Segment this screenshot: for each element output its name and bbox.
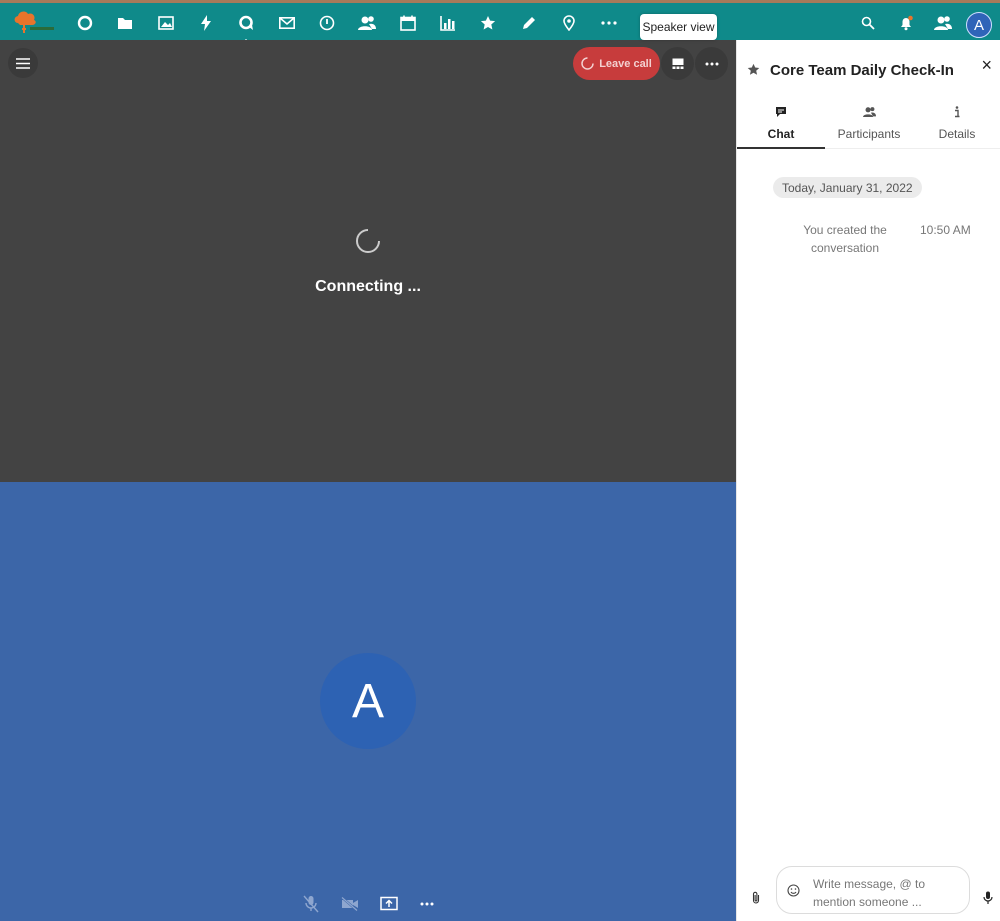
call-more-button[interactable] (695, 47, 728, 80)
speaker-view-icon (672, 58, 683, 69)
files-icon[interactable] (111, 9, 139, 37)
contacts-menu-icon[interactable] (929, 9, 957, 37)
screen-share-button[interactable] (377, 892, 401, 916)
tab-chat[interactable]: Chat (737, 102, 825, 149)
analytics-icon[interactable] (434, 9, 462, 37)
connecting-spinner-icon (356, 229, 380, 253)
mail-icon[interactable] (273, 9, 301, 37)
user-avatar[interactable]: A (966, 12, 992, 38)
leave-call-label: Leave call (599, 57, 652, 70)
tab-label: Details (938, 127, 976, 141)
self-more-button[interactable] (415, 892, 439, 916)
message-input[interactable]: Write message, @ to mention someone ... (776, 866, 970, 914)
photos-icon[interactable] (152, 9, 180, 37)
microphone-off-icon (303, 895, 319, 913)
maps-icon[interactable] (555, 9, 583, 37)
call-stage: Leave call Connecting ... (0, 40, 736, 482)
date-separator: Today, January 31, 2022 (773, 177, 922, 198)
speaker-view-button[interactable] (661, 47, 694, 80)
tab-label: Chat (767, 127, 795, 141)
info-icon (955, 106, 960, 118)
loading-spinner-icon (581, 57, 594, 70)
notifications-icon[interactable] (892, 9, 920, 37)
message-timestamp: 10:50 AM (920, 223, 971, 237)
participants-icon (862, 107, 876, 118)
favorite-star-icon[interactable] (747, 63, 760, 76)
leave-call-button[interactable]: Leave call (573, 47, 660, 80)
app-navigation-toggle[interactable] (8, 48, 38, 78)
attachment-icon[interactable] (752, 891, 760, 904)
more-icon (705, 62, 718, 65)
calendar-icon[interactable] (394, 9, 422, 37)
microphone-icon[interactable] (983, 891, 993, 905)
logo[interactable] (10, 7, 58, 37)
talk-icon[interactable] (232, 9, 260, 45)
notes-icon[interactable] (515, 9, 543, 37)
dashboard-icon[interactable] (71, 9, 99, 37)
message-placeholder: Write message, @ to mention someone ... (813, 877, 925, 909)
sidebar-tabs: Chat Participants Details (737, 102, 1000, 149)
microphone-toggle[interactable] (299, 892, 323, 916)
chat-icon (776, 107, 786, 117)
speaker-view-tooltip: Speaker view (640, 14, 717, 40)
system-message: You created the conversation (803, 223, 887, 255)
camera-off-icon (341, 897, 358, 911)
search-icon[interactable] (854, 9, 882, 37)
self-video-tile: A (0, 482, 736, 921)
connecting-status: Connecting ... (315, 278, 421, 295)
favorites-icon[interactable] (474, 9, 502, 37)
conversation-sidebar: Core Team Daily Check-In × Chat Particip… (736, 40, 1000, 921)
screen-share-icon (380, 896, 398, 911)
clock-icon[interactable] (313, 9, 341, 37)
tab-details[interactable]: Details (913, 102, 1000, 149)
top-header: A (0, 0, 1000, 45)
more-icon (420, 902, 434, 906)
close-sidebar-icon[interactable]: × (981, 55, 992, 76)
emoji-icon[interactable] (787, 884, 800, 897)
activity-icon[interactable] (192, 9, 220, 37)
more-apps-icon[interactable] (595, 9, 623, 37)
self-avatar: A (320, 653, 416, 749)
tab-label: Participants (837, 127, 901, 141)
conversation-title: Core Team Daily Check-In (770, 62, 954, 79)
tab-participants[interactable]: Participants (825, 102, 913, 149)
contacts-icon[interactable] (353, 9, 381, 37)
camera-toggle[interactable] (338, 892, 362, 916)
